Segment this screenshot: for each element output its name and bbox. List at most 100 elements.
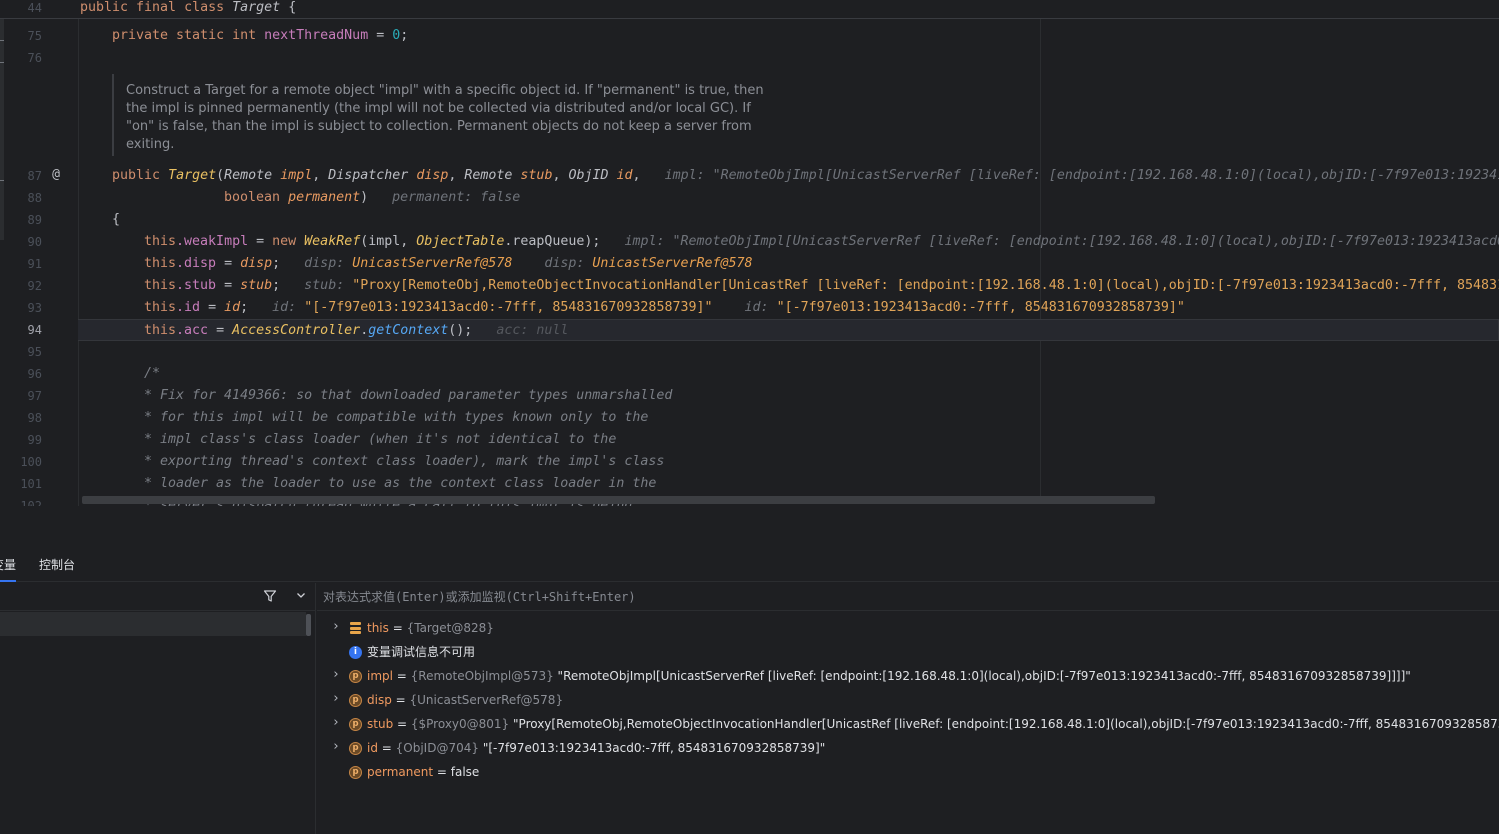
- doc-line: exiting.: [126, 137, 175, 152]
- line-number: 96: [27, 367, 42, 381]
- implementation-at-icon[interactable]: @: [49, 167, 63, 182]
- code-line-76[interactable]: 76: [0, 47, 1499, 69]
- line-number: 97: [27, 389, 42, 403]
- parameter-icon: p: [349, 742, 362, 755]
- code-text: * loader as the loader to use as the con…: [144, 476, 657, 491]
- variable-text: impl = {RemoteObjImpl@573} "RemoteObjImp…: [367, 669, 1411, 683]
- code-line-93[interactable]: 93 this.id = id; id: "[-7f97e013:1923413…: [0, 297, 1499, 319]
- variable-row-impl[interactable]: › p impl = {RemoteObjImpl@573} "RemoteOb…: [317, 664, 1499, 688]
- debug-tabs: 变量 控制台: [0, 548, 1499, 582]
- frames-toolbar: [0, 583, 316, 611]
- frames-pane: [0, 583, 316, 834]
- line-number: 89: [27, 213, 42, 227]
- line-number: 94: [27, 323, 42, 337]
- code-line-98[interactable]: 98 * for this impl will be compatible wi…: [0, 407, 1499, 429]
- variable-row-id[interactable]: › p id = {ObjID@704} "[-7f97e013:1923413…: [317, 736, 1499, 760]
- variable-text: disp = {UnicastServerRef@578}: [367, 693, 564, 707]
- evaluate-expression-input[interactable]: [323, 583, 1423, 611]
- chevron-right-icon[interactable]: ›: [330, 664, 342, 686]
- line-number: 91: [27, 257, 42, 271]
- variable-row-this[interactable]: › this = {Target@828}: [317, 616, 1499, 640]
- panel-gap: [0, 506, 1499, 548]
- filter-icon[interactable]: [262, 589, 278, 605]
- chevron-right-icon[interactable]: ›: [330, 712, 342, 734]
- variable-row-disp[interactable]: › p disp = {UnicastServerRef@578}: [317, 688, 1499, 712]
- code-text: /*: [144, 366, 161, 381]
- code-line-91[interactable]: 91 this.disp = disp; disp: UnicastServer…: [0, 253, 1499, 275]
- line-number: 90: [27, 235, 42, 249]
- code-line-75[interactable]: 75 private static int nextThreadNum = 0;: [0, 25, 1499, 47]
- code-text: this.disp = disp; disp: UnicastServerRef…: [144, 256, 753, 271]
- variable-row-stub[interactable]: › p stub = {$Proxy0@801} "Proxy[RemoteOb…: [317, 712, 1499, 736]
- code-line-100[interactable]: 100 * exporting thread's context class l…: [0, 451, 1499, 473]
- line-number: 87: [27, 169, 42, 183]
- code-line-94-current[interactable]: this.acc = AccessController.getContext()…: [78, 319, 1499, 341]
- variables-pane: › this = {Target@828} i 变量调试信息不可用 › p im…: [317, 583, 1499, 834]
- line-number: 101: [20, 477, 42, 491]
- variable-row-permanent[interactable]: p permanent = false: [317, 760, 1499, 784]
- sticky-header-line[interactable]: 44 public final class Target {: [0, 0, 1499, 19]
- line-number: 98: [27, 411, 42, 425]
- code-line-88[interactable]: 88 boolean permanent) permanent: false: [0, 187, 1499, 209]
- tab-console[interactable]: 控制台: [39, 548, 75, 582]
- code-editor[interactable]: 44 public final class Target { 75 privat…: [0, 0, 1499, 506]
- code-line-87[interactable]: 87 @ public Target(Remote impl, Dispatch…: [0, 165, 1499, 187]
- variable-text: stub = {$Proxy0@801} "Proxy[RemoteObj,Re…: [367, 717, 1499, 731]
- chevron-right-icon[interactable]: ›: [330, 688, 342, 710]
- info-text: 变量调试信息不可用: [367, 645, 476, 659]
- code-text: * Fix for 4149366: so that downloaded pa…: [144, 388, 673, 403]
- code-text: this.id = id; id: "[-7f97e013:1923413acd…: [144, 300, 1185, 315]
- variable-text: this = {Target@828}: [367, 621, 494, 635]
- code-line-99[interactable]: 99 * impl class's class loader (when it'…: [0, 429, 1499, 451]
- info-icon: i: [349, 646, 362, 659]
- frames-scrollbar[interactable]: [306, 614, 311, 636]
- parameter-icon: p: [349, 718, 362, 731]
- variable-info-row: i 变量调试信息不可用: [317, 640, 1499, 664]
- selected-frame-row[interactable]: [0, 612, 306, 636]
- code-text: * exporting thread's context class loade…: [144, 454, 665, 469]
- line-number: 93: [27, 301, 42, 315]
- code-line-96[interactable]: 96 /*: [0, 363, 1499, 385]
- code-line-90[interactable]: 90 this.weakImpl = new WeakRef(impl, Obj…: [0, 231, 1499, 253]
- code-text: * impl class's class loader (when it's n…: [144, 432, 617, 447]
- parameter-icon: p: [349, 670, 362, 683]
- chevron-right-icon[interactable]: ›: [330, 736, 342, 758]
- line-number: 88: [27, 191, 42, 205]
- variable-text: permanent = false: [367, 765, 480, 779]
- rendered-javadoc: Construct a Target for a remote object "…: [112, 74, 764, 156]
- code-text: public final class Target {: [80, 0, 297, 15]
- chevron-right-icon[interactable]: ›: [330, 616, 342, 638]
- doc-line: the impl is pinned permanently (the impl…: [126, 101, 751, 116]
- field-stack-icon: [349, 622, 362, 635]
- code-line-95[interactable]: 95: [0, 341, 1499, 363]
- code-text: private static int nextThreadNum = 0;: [112, 28, 409, 43]
- code-line-89[interactable]: 89 {: [0, 209, 1499, 231]
- code-line-94-gutter: 94: [0, 319, 78, 341]
- doc-line: Construct a Target for a remote object "…: [126, 83, 764, 98]
- code-line-101[interactable]: 101 * loader as the loader to use as the…: [0, 473, 1499, 495]
- line-number: 44: [27, 1, 42, 15]
- debug-panel: 变量 控制台 › this = {Target@828} i 变量调试信息不可用: [0, 548, 1499, 834]
- parameter-icon: p: [349, 766, 362, 779]
- line-number: 95: [27, 345, 42, 359]
- code-text: public Target(Remote impl, Dispatcher di…: [112, 168, 1499, 183]
- line-number: 100: [20, 455, 42, 469]
- tab-variables[interactable]: 变量: [0, 548, 16, 582]
- doc-line: "on" is false, than the impl is subject …: [126, 119, 752, 134]
- horizontal-scrollbar[interactable]: [82, 496, 1155, 504]
- evaluate-bar: [317, 583, 1499, 611]
- code-line-97[interactable]: 97 * Fix for 4149366: so that downloaded…: [0, 385, 1499, 407]
- code-text: * for this impl will be compatible with …: [144, 410, 649, 425]
- code-text: {: [112, 212, 121, 227]
- code-line-92[interactable]: 92 this.stub = stub; stub: "Proxy[Remote…: [0, 275, 1499, 297]
- parameter-icon: p: [349, 694, 362, 707]
- code-text: this.weakImpl = new WeakRef(impl, Object…: [144, 234, 1499, 249]
- code-text: this.acc = AccessController.getContext()…: [144, 323, 569, 338]
- line-number: 99: [27, 433, 42, 447]
- line-number: 75: [27, 29, 42, 43]
- chevron-down-icon[interactable]: [293, 589, 309, 605]
- line-number: 102: [20, 499, 42, 506]
- line-number: 76: [27, 51, 42, 65]
- variable-text: id = {ObjID@704} "[-7f97e013:1923413acd0…: [367, 741, 826, 755]
- line-number: 92: [27, 279, 42, 293]
